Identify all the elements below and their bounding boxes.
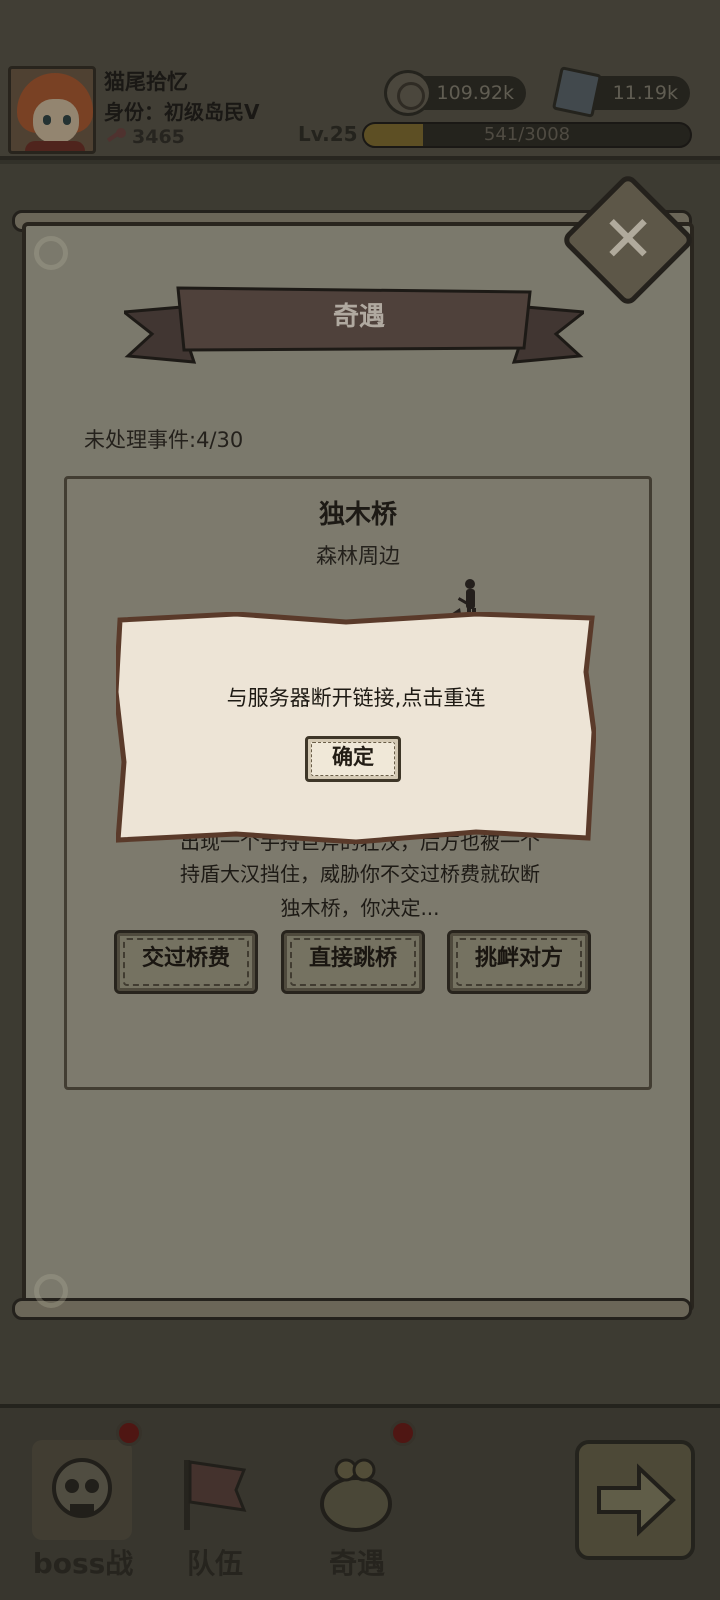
confirm-button[interactable]: 确定 — [305, 736, 401, 782]
connection-lost-dialog — [116, 612, 596, 844]
dialog-message: 与服务器断开链接,点击重连 — [226, 686, 486, 710]
